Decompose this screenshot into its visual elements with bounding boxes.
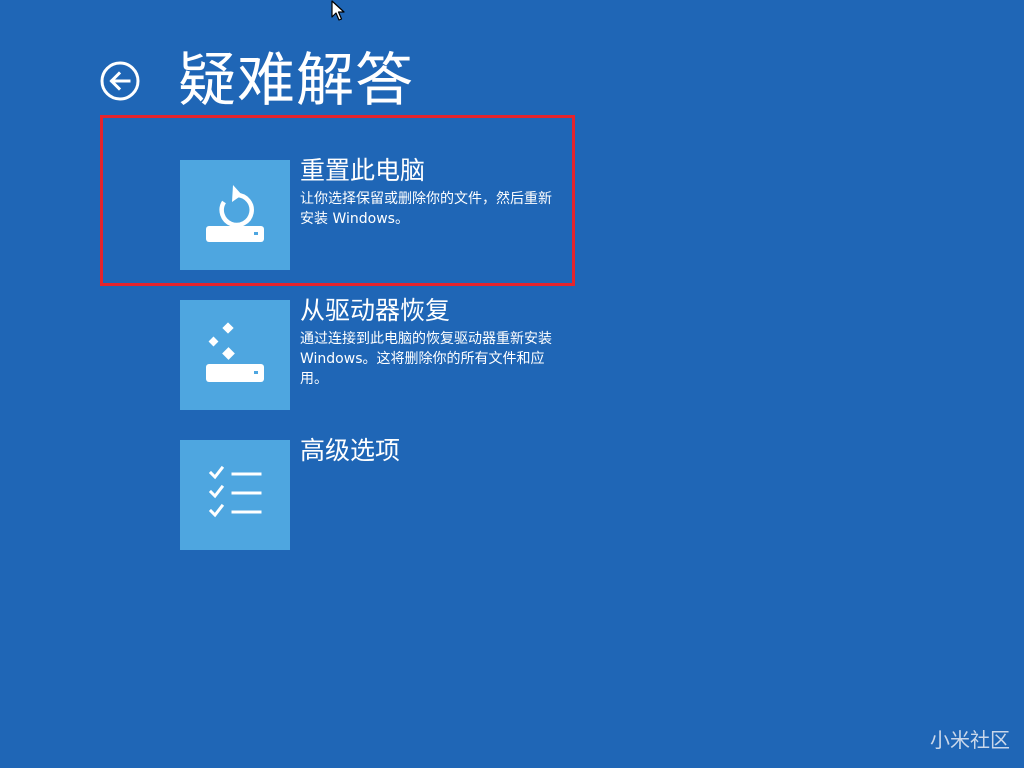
- option-title: 重置此电脑: [300, 156, 426, 185]
- option-tile: [180, 300, 290, 410]
- recover-from-drive-icon: [206, 322, 264, 382]
- option-reset-pc[interactable]: 重置此电脑 让你选择保留或删除你的文件，然后重新安装 Windows。: [180, 156, 570, 270]
- option-title: 从驱动器恢复: [300, 296, 451, 325]
- back-arrow-icon: [100, 61, 140, 101]
- back-button[interactable]: [99, 60, 141, 102]
- option-tile: [180, 160, 290, 270]
- option-title: 高级选项: [300, 436, 401, 465]
- option-recover-from-drive[interactable]: 从驱动器恢复 通过连接到此电脑的恢复驱动器重新安装 Windows。这将删除你的…: [180, 296, 570, 410]
- checklist-icon: [208, 465, 262, 518]
- watermark: 小米社区: [930, 728, 1010, 752]
- option-tile: [180, 440, 290, 550]
- mouse-cursor-icon: [331, 0, 345, 21]
- option-advanced-options[interactable]: 高级选项: [180, 436, 570, 550]
- page-title: 疑难解答: [178, 46, 415, 114]
- reset-pc-icon: [206, 185, 264, 242]
- option-description: 让你选择保留或删除你的文件，然后重新安装 Windows。: [300, 191, 552, 227]
- option-description: 通过连接到此电脑的恢复驱动器重新安装 Windows。这将删除你的所有文件和应用…: [300, 331, 552, 387]
